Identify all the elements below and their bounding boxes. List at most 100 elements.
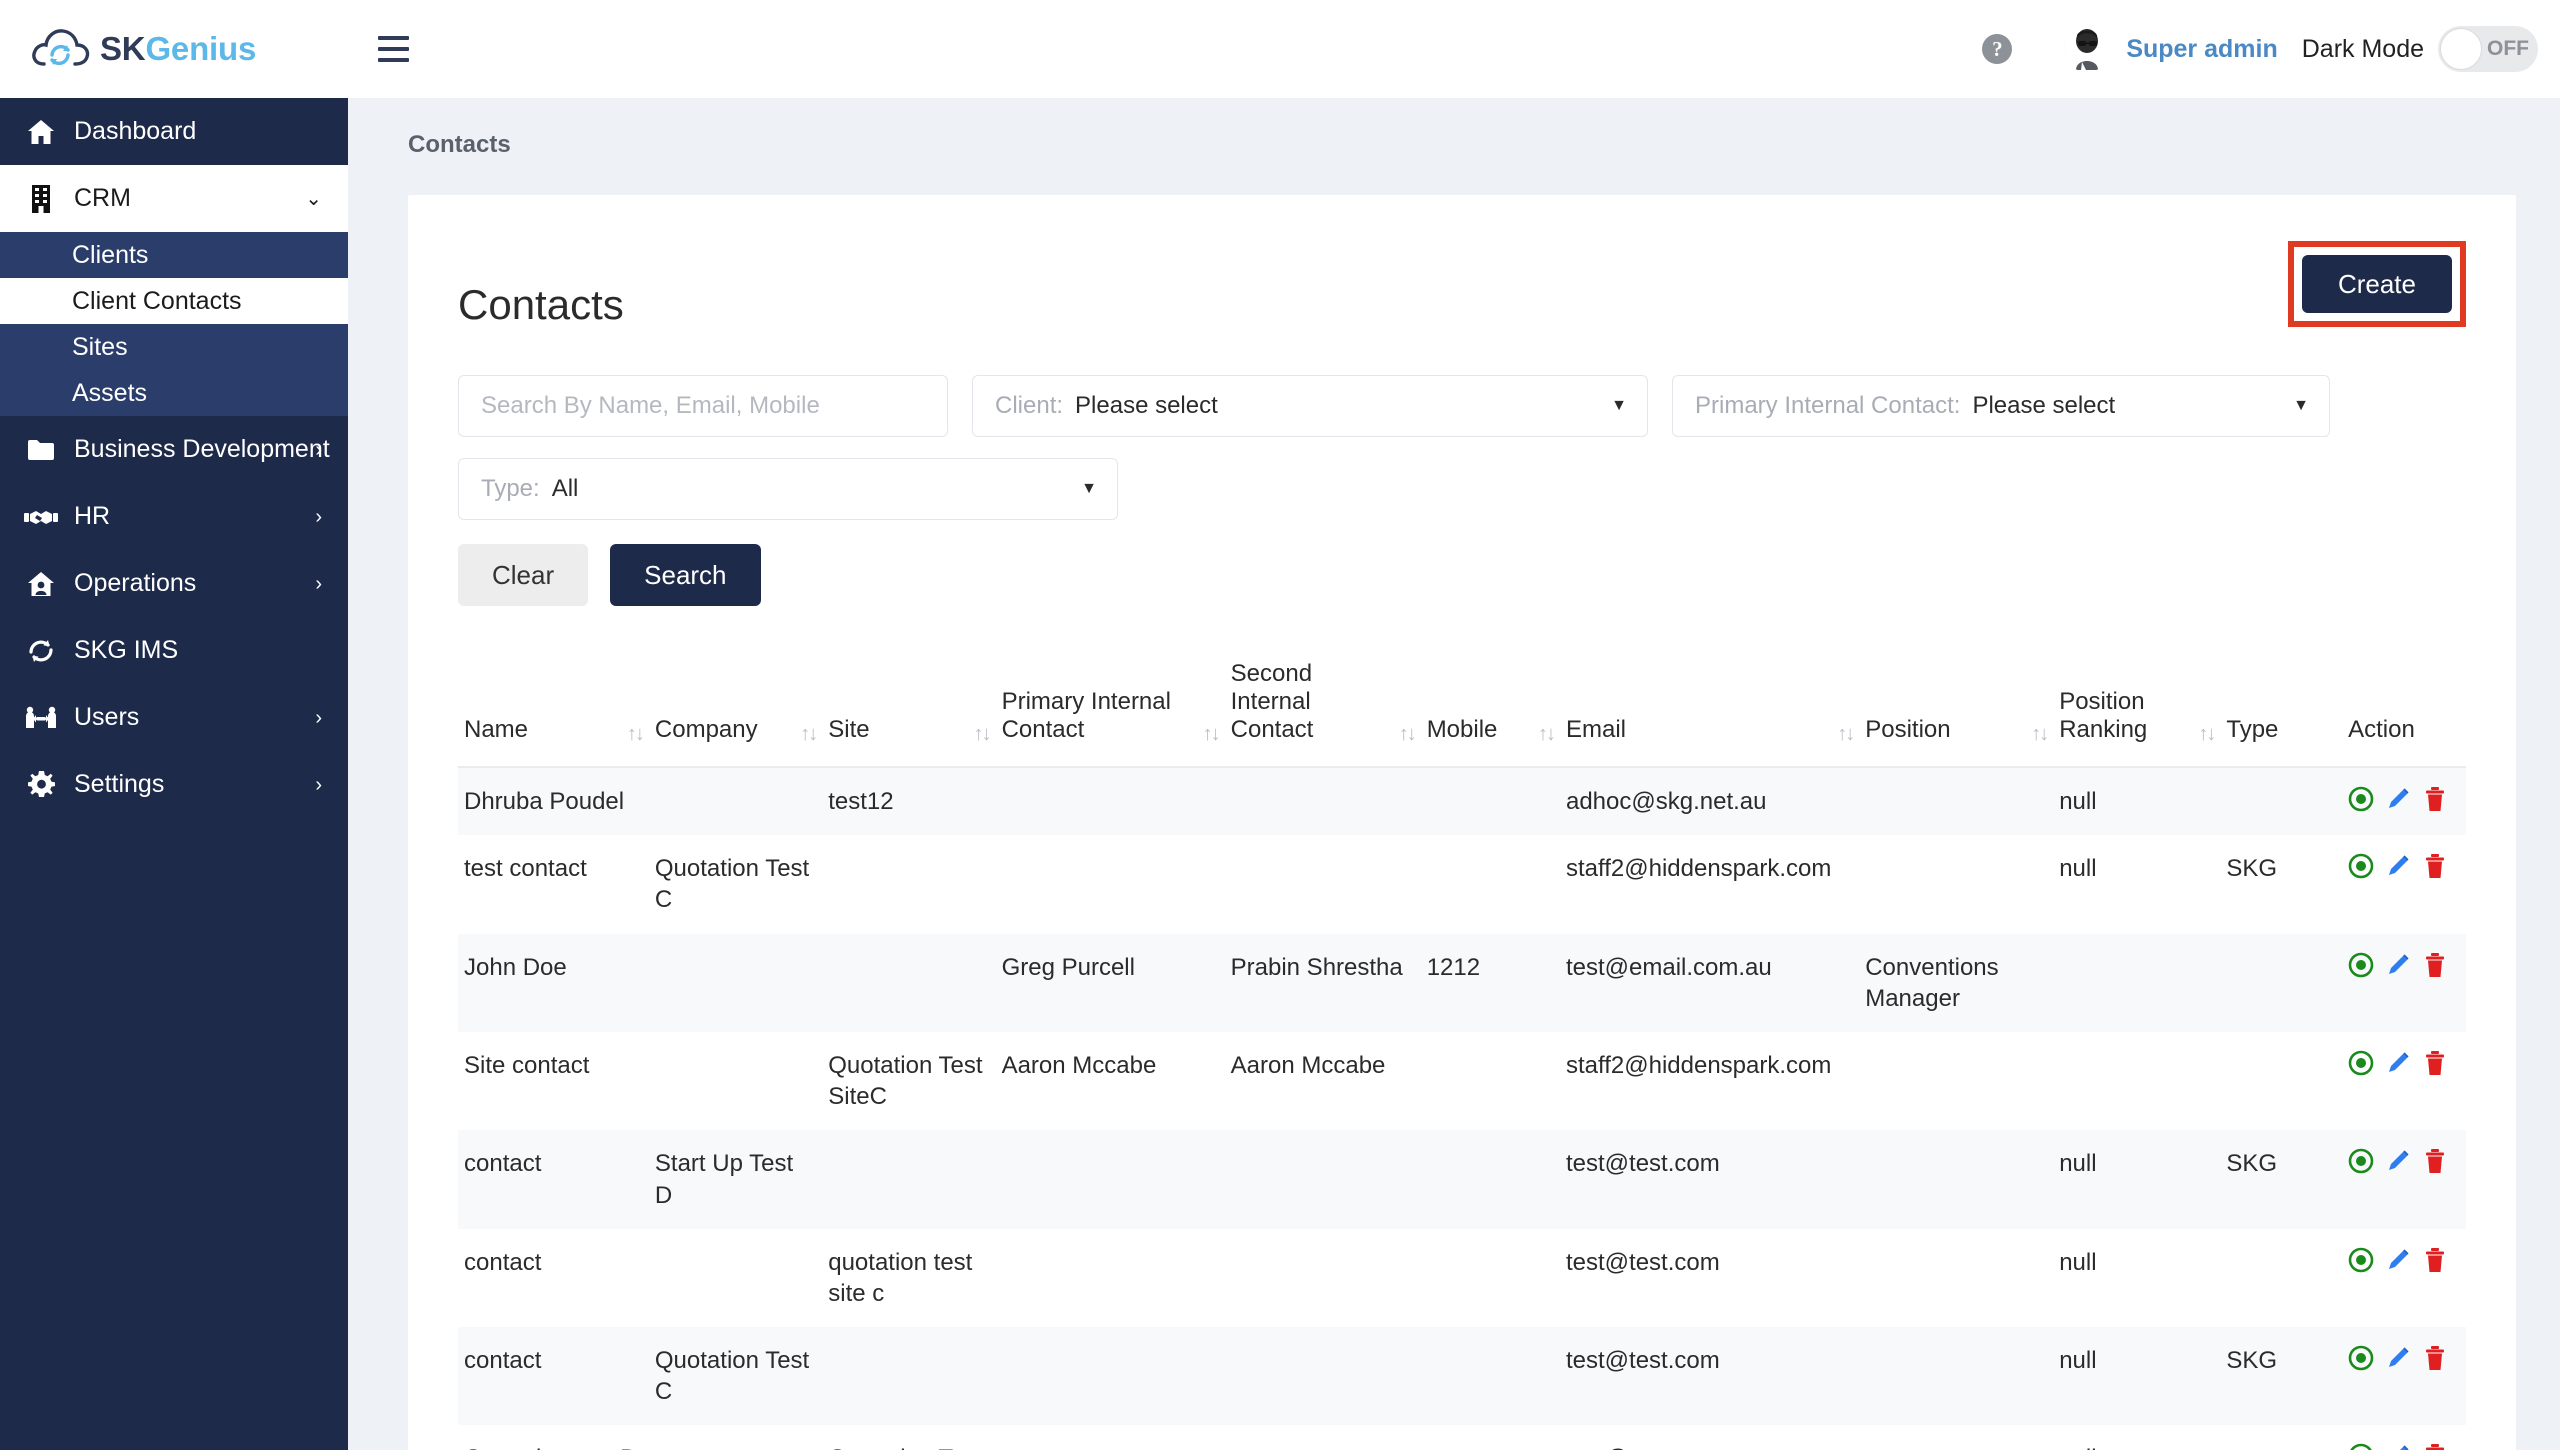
delete-trash-icon[interactable] (2422, 1345, 2448, 1371)
delete-trash-icon[interactable] (2422, 1148, 2448, 1174)
primary-internal-contact-select[interactable]: Primary Internal Contact: Please select … (1672, 375, 2330, 437)
delete-trash-icon[interactable] (2422, 1443, 2448, 1450)
cell-primary-internal-contact (996, 835, 1225, 933)
sidebar-item-dashboard[interactable]: Dashboard (0, 98, 348, 165)
sidebar-item-clients[interactable]: Clients (0, 232, 348, 278)
sort-updown-icon[interactable]: ↑↓ (2031, 724, 2049, 744)
sort-updown-icon[interactable]: ↑↓ (1538, 724, 1556, 744)
home-user-icon (22, 571, 60, 597)
chevron-right-icon[interactable]: › (315, 440, 322, 460)
delete-trash-icon[interactable] (2422, 853, 2448, 879)
search-button[interactable]: Search (610, 544, 761, 606)
sidebar-item-client-contacts[interactable]: Client Contacts (0, 278, 348, 324)
brand-logo[interactable]: SKGenius (0, 0, 348, 98)
edit-pencil-icon[interactable] (2385, 1345, 2411, 1371)
table-header-name[interactable]: Name ↑↓ (458, 650, 649, 768)
view-eye-icon[interactable] (2348, 853, 2374, 879)
cell-position-ranking: null (2059, 1347, 2097, 1375)
cell-name: contact (464, 1248, 542, 1276)
cell-type (2220, 767, 2342, 835)
view-eye-icon[interactable] (2348, 1345, 2374, 1371)
table-header-email[interactable]: Email ↑↓ (1559, 650, 1860, 768)
sidebar-item-label: Business Development (74, 435, 330, 463)
view-eye-icon[interactable] (2348, 1443, 2374, 1450)
table-header-site[interactable]: Site ↑↓ (822, 650, 996, 768)
sidebar-item-users[interactable]: Users › (0, 684, 348, 751)
chevron-right-icon[interactable]: › (315, 507, 322, 527)
sidebar-item-crm[interactable]: CRM ⌄ (0, 165, 348, 232)
primary-internal-contact-value: Please select (1972, 392, 2116, 419)
help-circle-icon[interactable]: ? (1982, 34, 2013, 64)
table-row: contact Start Up Test D test@test.com null S… (458, 1130, 2466, 1229)
edit-pencil-icon[interactable] (2385, 1247, 2411, 1273)
edit-pencil-icon[interactable] (2385, 1050, 2411, 1076)
table-header-action: Action (2342, 650, 2466, 768)
cell-action (2342, 1327, 2466, 1425)
dark-mode-toggle[interactable]: OFF (2438, 26, 2538, 72)
sort-updown-icon[interactable]: ↑↓ (800, 724, 818, 744)
delete-trash-icon[interactable] (2422, 786, 2448, 812)
cell-position-ranking: null (2059, 1150, 2097, 1178)
sidebar-item-sites[interactable]: Sites (0, 324, 348, 370)
cell-email: test@test.com (1565, 1347, 1720, 1375)
row-actions (2348, 952, 2460, 978)
sidebar-item-skg-ims[interactable]: SKG IMS (0, 617, 348, 684)
client-select[interactable]: Client: Please select ▼ (972, 375, 1648, 437)
hamburger-menu-icon[interactable] (378, 29, 418, 69)
view-eye-icon[interactable] (2348, 1050, 2374, 1076)
type-select[interactable]: Type: All ▼ (458, 458, 1118, 520)
chevron-right-icon[interactable]: › (315, 574, 322, 594)
cell-name: Site contact (464, 1051, 590, 1079)
chevron-down-icon[interactable]: ⌄ (305, 189, 322, 209)
table-header-label: Position (1865, 716, 1951, 743)
sort-updown-icon[interactable]: ↑↓ (627, 724, 645, 744)
table-header-company[interactable]: Company ↑↓ (648, 650, 823, 768)
sidebar-item-operations[interactable]: Operations › (0, 550, 348, 617)
sort-updown-icon[interactable]: ↑↓ (1399, 724, 1417, 744)
cell-primary-internal-contact (996, 767, 1225, 835)
table-header-position-ranking[interactable]: Position Ranking ↑↓ (2053, 650, 2221, 768)
table-header-mobile[interactable]: Mobile ↑↓ (1420, 650, 1560, 768)
table-header-second-internal-contact[interactable]: Second Internal Contact ↑↓ (1224, 650, 1421, 768)
sidebar-item-settings[interactable]: Settings › (0, 751, 348, 818)
delete-trash-icon[interactable] (2422, 1247, 2448, 1273)
cell-primary-internal-contact: Aaron Mccabe (1001, 1051, 1157, 1079)
user-name-link[interactable]: Super admin (2126, 35, 2277, 64)
sort-updown-icon[interactable]: ↑↓ (1837, 724, 1855, 744)
cell-position-ranking (2053, 934, 2220, 1032)
sidebar-item-business-development[interactable]: Business Development › (0, 416, 348, 483)
sidebar-item-label: Dashboard (74, 117, 197, 145)
edit-pencil-icon[interactable] (2385, 853, 2411, 879)
cell-position (1859, 1130, 2053, 1228)
view-eye-icon[interactable] (2348, 1148, 2374, 1174)
delete-trash-icon[interactable] (2422, 1050, 2448, 1076)
table-header-primary-internal-contact[interactable]: Primary Internal Contact ↑↓ (995, 650, 1225, 768)
view-eye-icon[interactable] (2348, 952, 2374, 978)
avatar[interactable] (2064, 26, 2111, 72)
sidebar-item-assets[interactable]: Assets (0, 370, 348, 416)
sort-updown-icon[interactable]: ↑↓ (1203, 724, 1221, 744)
cell-company (649, 1229, 822, 1327)
client-select-label: Client: (995, 392, 1064, 419)
cell-site: Quotation Test SiteC (828, 1051, 983, 1111)
view-eye-icon[interactable] (2348, 1247, 2374, 1273)
hamburger-bar (378, 36, 409, 40)
view-eye-icon[interactable] (2348, 786, 2374, 812)
delete-trash-icon[interactable] (2422, 952, 2448, 978)
create-button[interactable]: Create (2301, 255, 2452, 313)
edit-pencil-icon[interactable] (2385, 786, 2411, 812)
sidebar-item-hr[interactable]: HR › (0, 483, 348, 550)
edit-pencil-icon[interactable] (2385, 1148, 2411, 1174)
edit-pencil-icon[interactable] (2385, 952, 2411, 978)
cell-position (1859, 767, 2053, 835)
edit-pencil-icon[interactable] (2385, 1443, 2411, 1450)
cell-mobile (1421, 835, 1560, 933)
chevron-right-icon[interactable]: › (315, 708, 322, 728)
table-header-position[interactable]: Position ↑↓ (1859, 650, 2054, 768)
search-input[interactable]: Search By Name, Email, Mobile (458, 375, 948, 437)
clear-button[interactable]: Clear (458, 544, 589, 606)
sort-updown-icon[interactable]: ↑↓ (2198, 724, 2216, 744)
chevron-right-icon[interactable]: › (315, 775, 322, 795)
sort-updown-icon[interactable]: ↑↓ (974, 724, 992, 744)
table-header-label: Primary Internal Contact (1001, 688, 1171, 743)
